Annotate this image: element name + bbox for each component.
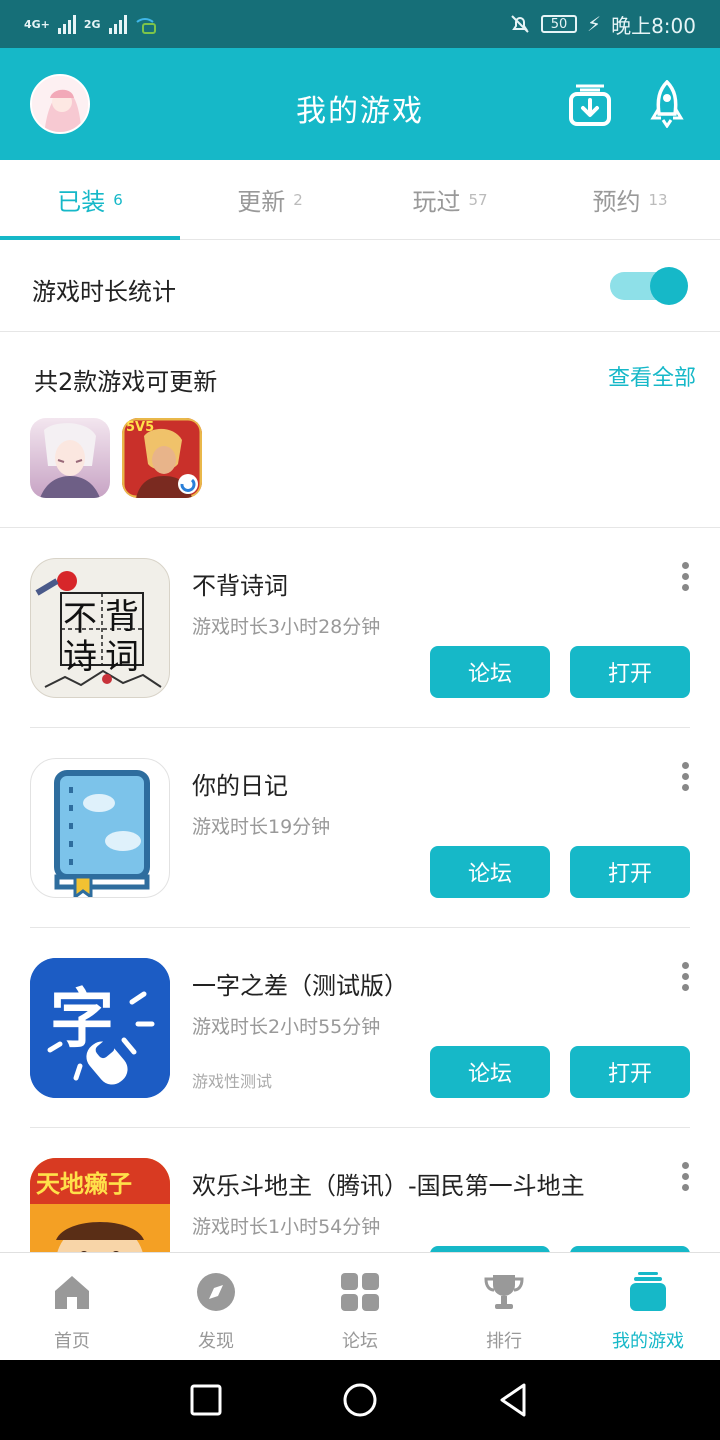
signal-icon [57, 14, 76, 34]
grid-icon [341, 1273, 379, 1311]
poems-art [35, 571, 162, 688]
open-button[interactable]: 打开 [570, 846, 690, 898]
otome-game-art [30, 418, 110, 498]
one-char-glyph: 字 [50, 983, 114, 1057]
hok-badge: 5V5 [126, 420, 155, 435]
tab-installed[interactable]: 已装 6 [0, 160, 180, 240]
app-header: 我的游戏 [0, 48, 720, 160]
nav-home[interactable]: 首页 [0, 1253, 144, 1360]
tab-label: 玩过 [412, 188, 461, 216]
diary-art [54, 770, 150, 897]
nav-ranking[interactable]: 排行 [432, 1253, 576, 1360]
mute-bell-icon [511, 15, 529, 33]
tab-label: 更新 [237, 188, 286, 216]
download-icon[interactable] [568, 82, 612, 126]
status-bar: 4G+ 2G 50 ⚡ 晚上8:00 [0, 0, 720, 48]
game-name: 一字之差（测试版） [192, 972, 408, 1000]
signal-group: 4G+ 2G [24, 14, 157, 34]
nav-label: 我的游戏 [612, 1331, 684, 1352]
battery-icon: 50 [541, 15, 578, 33]
open-button[interactable]: 打开 [570, 1046, 690, 1098]
game-playtime: 游戏时长1小时54分钟 [192, 1216, 381, 1238]
diary-game-icon[interactable] [30, 758, 170, 898]
tab-count: 13 [648, 190, 668, 209]
forum-button[interactable]: 论坛 [430, 846, 550, 898]
tab-played[interactable]: 玩过 57 [360, 160, 540, 239]
poems-game-icon[interactable]: 不 背 诗 词 [30, 558, 170, 698]
game-playtime: 游戏时长2小时55分钟 [192, 1016, 381, 1038]
page-title: 我的游戏 [296, 94, 424, 129]
doudizhu-logo-text: 天地癞子 [36, 1170, 132, 1198]
otome-game-icon[interactable] [30, 418, 110, 498]
poems-char-4: 词 [105, 637, 139, 677]
one-char-game-icon[interactable]: 字 [30, 958, 170, 1098]
app-root: 4G+ 2G 50 ⚡ 晚上8:00 我的游戏 已装 6 更新 2 玩过 57 … [0, 0, 720, 1440]
nav-forum[interactable]: 论坛 [288, 1253, 432, 1360]
back-icon[interactable] [494, 1380, 534, 1420]
game-card-diary: 你的日记 游戏时长19分钟 论坛 打开 [0, 728, 720, 928]
more-options-icon[interactable] [682, 1162, 690, 1194]
playtime-stats-label: 游戏时长统计 [32, 278, 176, 306]
nav-label: 排行 [486, 1331, 522, 1352]
home-icon [55, 1276, 89, 1309]
recent-apps-icon[interactable] [186, 1380, 226, 1420]
game-name: 你的日记 [192, 772, 288, 800]
nav-my-games[interactable]: 我的游戏 [576, 1253, 720, 1360]
signal-icon-2 [108, 14, 127, 34]
toggle-knob[interactable] [650, 267, 688, 305]
game-stack-icon [630, 1272, 666, 1311]
system-nav-bar [0, 1360, 720, 1440]
honor-of-kings-icon[interactable]: 5V5 [122, 418, 202, 498]
open-button[interactable]: 打开 [570, 646, 690, 698]
compass-icon [197, 1273, 235, 1311]
tab-reserved[interactable]: 预约 13 [540, 160, 720, 239]
status-right: 50 ⚡ 晚上8:00 [509, 10, 696, 39]
tab-count: 6 [113, 190, 123, 209]
nav-discover[interactable]: 发现 [144, 1253, 288, 1360]
rocket-icon[interactable] [650, 80, 684, 128]
bottom-nav: 首页 发现 论坛 排行 我的游戏 [0, 1252, 720, 1360]
tab-label: 预约 [592, 188, 641, 216]
game-card-one-char: 字 一字之差（测试版） 游戏时长2小时55分钟 游戏性测试 论坛 打开 [0, 928, 720, 1128]
wifi-call-icon [135, 18, 156, 34]
game-card-poems: 不 背 诗 词 不背诗词 游戏时长3小时28分钟 论坛 打开 [0, 528, 720, 728]
more-options-icon[interactable] [682, 562, 690, 594]
trophy-icon [484, 1275, 524, 1309]
tab-count: 2 [293, 190, 303, 209]
nav-label: 发现 [198, 1331, 234, 1352]
game-name: 不背诗词 [192, 572, 288, 600]
updates-section: 共2款游戏可更新 查看全部 5V5 [0, 332, 720, 528]
more-options-icon[interactable] [682, 962, 690, 994]
nav-label: 论坛 [342, 1331, 378, 1352]
game-playtime: 游戏时长3小时28分钟 [192, 616, 381, 638]
network-type-1: 4G+ [24, 17, 50, 31]
tab-updates[interactable]: 更新 2 [180, 160, 360, 239]
network-type-2: 2G [83, 17, 101, 31]
view-all-link[interactable]: 查看全部 [608, 360, 696, 392]
forum-button[interactable]: 论坛 [430, 646, 550, 698]
game-name: 欢乐斗地主（腾讯）-国民第一斗地主 [192, 1172, 585, 1200]
updates-title: 共2款游戏可更新 [34, 368, 218, 396]
nav-label: 首页 [54, 1331, 90, 1352]
tab-label: 已装 [57, 188, 106, 216]
more-options-icon[interactable] [682, 762, 690, 794]
tab-bar: 已装 6 更新 2 玩过 57 预约 13 [0, 160, 720, 240]
forum-button[interactable]: 论坛 [430, 1046, 550, 1098]
clock: 晚上8:00 [611, 13, 696, 38]
charging-icon: ⚡ [587, 12, 602, 36]
game-tag: 游戏性测试 [192, 1072, 273, 1091]
tab-count: 57 [468, 190, 488, 209]
game-playtime: 游戏时长19分钟 [192, 816, 331, 838]
home-button-icon[interactable] [340, 1380, 380, 1420]
poems-char-3: 诗 [63, 637, 97, 677]
